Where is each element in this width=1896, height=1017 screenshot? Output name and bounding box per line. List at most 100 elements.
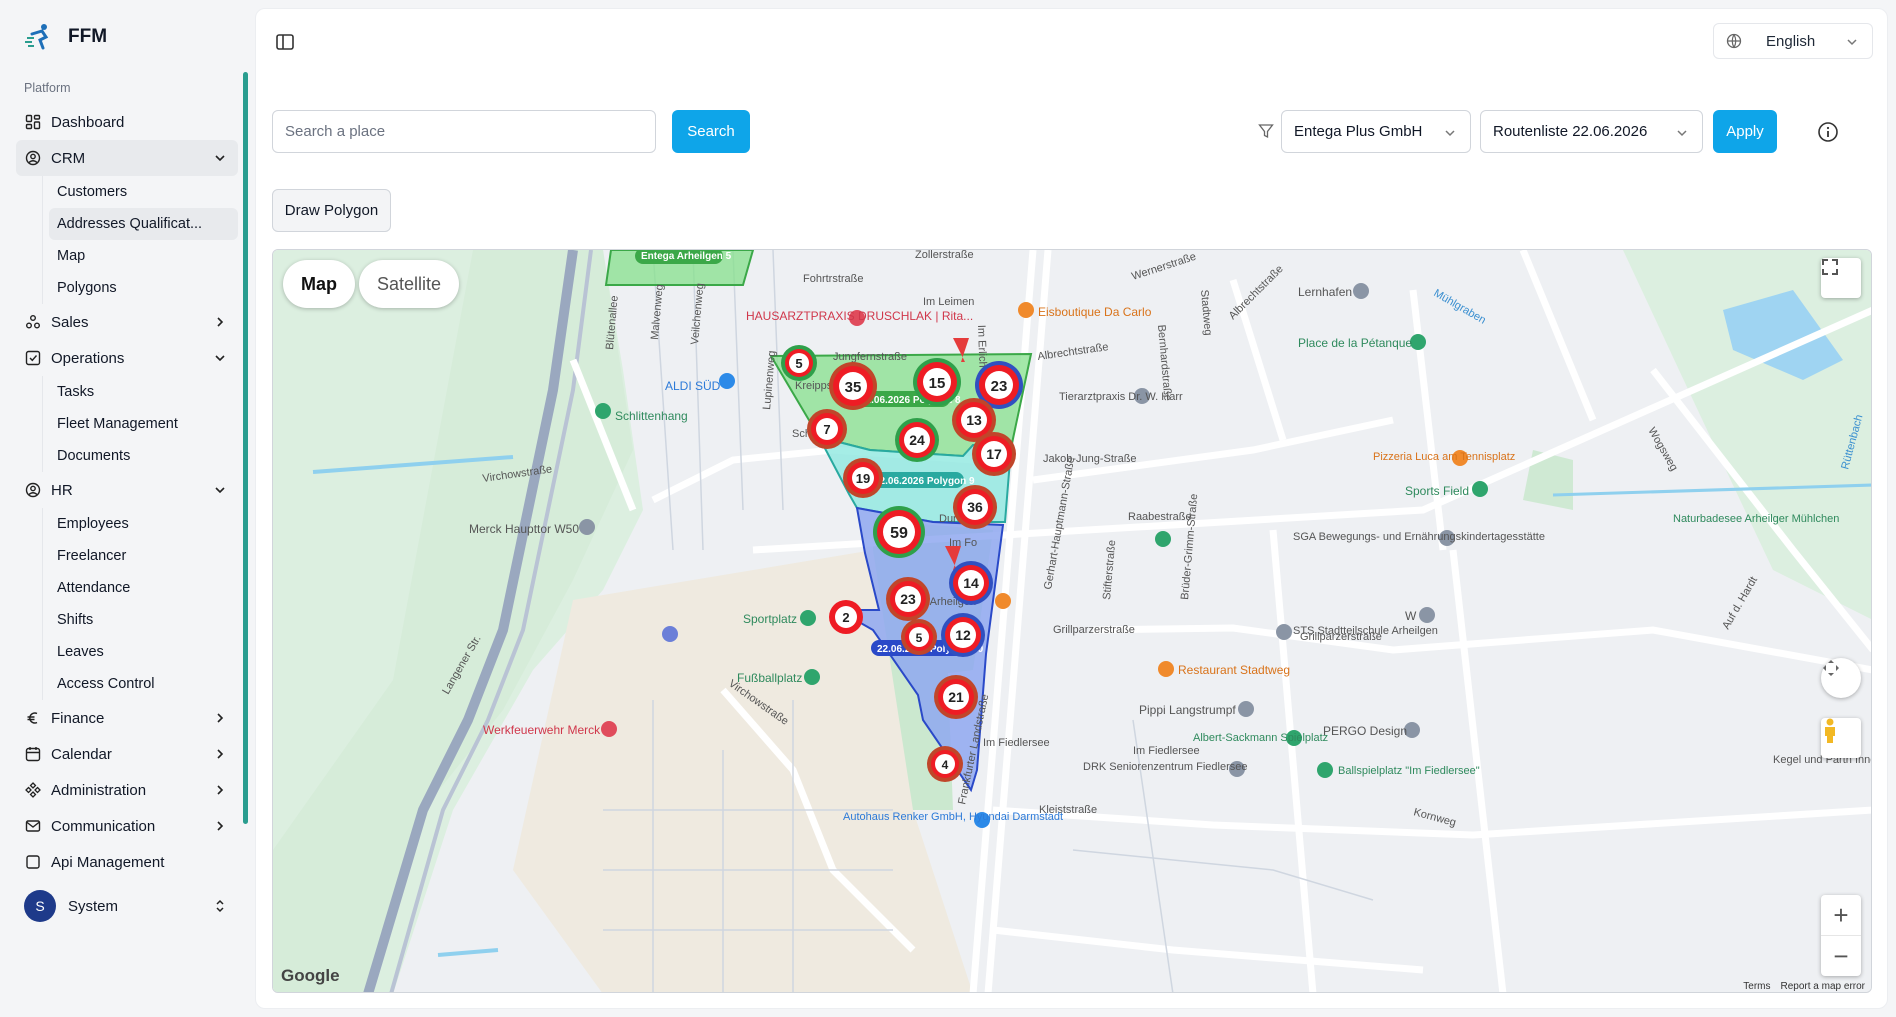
sidebar-subitem-shifts[interactable]: Shifts [49, 604, 238, 636]
place-label: Eisboutique Da Carlo [1038, 305, 1152, 319]
sidebar-subitem-documents[interactable]: Documents [49, 440, 238, 472]
terms-link[interactable]: Terms [1743, 981, 1770, 992]
sidebar-item-label: Calendar [51, 745, 112, 763]
sidebar-subitem-tasks[interactable]: Tasks [49, 376, 238, 408]
sidebar-subitem-leaves[interactable]: Leaves [49, 636, 238, 668]
place-label: SGA Bewegungs- und Ernährungskindertages… [1293, 531, 1545, 543]
map-canvas[interactable]: Zollerstraße Fohrtrstraße Blütenallee Ma… [272, 249, 1872, 993]
cluster-count: 21 [948, 689, 964, 705]
chevron-down-icon [1445, 130, 1455, 137]
api-icon [24, 853, 42, 871]
sidebar-nav: Dashboard CRM Customers Addresses Qualif… [16, 104, 238, 872]
cluster-marker: 19 [843, 458, 883, 498]
place-label: Albert-Sackmann Spielplatz [1193, 732, 1328, 744]
zoom-out-button[interactable]: − [1821, 936, 1861, 976]
street-label: Raabestraße [1128, 511, 1192, 523]
report-error-link[interactable]: Report a map error [1781, 981, 1865, 992]
sidebar-subitem-customers[interactable]: Customers [49, 176, 238, 208]
brand-name: FFM [68, 26, 108, 47]
cluster-marker: 59 [873, 506, 925, 558]
fullscreen-button[interactable] [1821, 258, 1861, 298]
cluster-count: 24 [909, 432, 925, 448]
sidebar-item-dashboard[interactable]: Dashboard [16, 104, 238, 140]
sidebar-item-hr[interactable]: HR [16, 472, 238, 508]
info-icon[interactable] [1817, 121, 1839, 143]
chevron-right-icon [217, 749, 224, 759]
cluster-marker: 36 [953, 485, 997, 529]
place-label: ALDI SÜD [665, 379, 721, 393]
sidebar-subitem-freelancer[interactable]: Freelancer [49, 540, 238, 572]
place-label: STS Stadtteilschule Arheilgen [1293, 625, 1438, 637]
street-label: Im Leimen [923, 296, 974, 308]
sidebar-item-api-management[interactable]: Api Management [16, 844, 238, 872]
map-type-map-button[interactable]: Map [283, 260, 355, 308]
place-label: Naturbadesee Arheilger Mühlchen [1673, 513, 1839, 525]
sidebar-subitem-fleet[interactable]: Fleet Management [49, 408, 238, 440]
sidebar-item-label: Communication [51, 817, 156, 835]
map-layer: Zollerstraße Fohrtrstraße Blütenallee Ma… [273, 250, 1871, 992]
cluster-count: 23 [900, 591, 916, 607]
runner-logo-icon [25, 24, 49, 50]
chevron-down-icon [215, 355, 225, 362]
sidebar-item-communication[interactable]: Communication [16, 808, 238, 844]
sidebar-subitem-addresses[interactable]: Addresses Qualificat... [49, 208, 238, 240]
place-label: Sportplatz [743, 612, 797, 626]
sidebar-subitem-polygons[interactable]: Polygons [49, 272, 238, 304]
calendar-icon [24, 745, 42, 763]
place-label: Kreipps [795, 380, 833, 392]
cluster-count: 59 [890, 525, 908, 542]
sidebar-subitem-attendance[interactable]: Attendance [49, 572, 238, 604]
main-panel: English Search Entega Plus GmbH Routenli… [255, 8, 1888, 1009]
place-label: Autohaus Renker GmbH, Hyundai Darmstadt [843, 811, 1063, 823]
place-label: HAUSARZTPRAXIS DRUSCHLAK | Rita... [746, 309, 973, 323]
sidebar-subitem-access-control[interactable]: Access Control [49, 668, 238, 700]
sidebar-scrollbar[interactable] [243, 72, 248, 824]
hr-submenu: Employees Freelancer Attendance Shifts L… [42, 508, 238, 700]
avatar: S [24, 890, 56, 922]
sidebar-item-label: CRM [51, 149, 86, 167]
place-label: Ballspielplatz "Im Fiedlersee" [1338, 765, 1480, 777]
map-type-satellite-button[interactable]: Satellite [359, 260, 460, 308]
sidebar-toggle-icon[interactable] [274, 31, 296, 53]
chevron-right-icon [217, 713, 224, 723]
search-input[interactable] [272, 110, 656, 153]
section-label: Platform [24, 81, 71, 95]
sidebar-item-crm[interactable]: CRM [16, 140, 238, 176]
company-select[interactable]: Entega Plus GmbH [1281, 110, 1471, 153]
route-select-value: Routenliste 22.06.2026 [1493, 123, 1648, 140]
zoom-in-button[interactable]: + [1821, 895, 1861, 935]
language-select[interactable]: English [1713, 23, 1873, 59]
chevron-down-icon [1677, 130, 1687, 137]
street-view-button[interactable] [1821, 718, 1861, 758]
camera-control-button[interactable] [1821, 658, 1861, 698]
globe-icon [1726, 33, 1742, 49]
euro-icon [24, 709, 42, 727]
user-menu[interactable]: S System [24, 888, 236, 924]
sidebar-item-administration[interactable]: Administration [16, 772, 238, 808]
sidebar-subitem-map[interactable]: Map [49, 240, 238, 272]
sidebar-item-calendar[interactable]: Calendar [16, 736, 238, 772]
cluster-marker: 5 [901, 619, 937, 655]
user-circle-icon [24, 149, 42, 167]
search-button[interactable]: Search [672, 110, 750, 153]
draw-polygon-button[interactable]: Draw Polygon [272, 189, 391, 232]
cluster-marker: 7 [807, 409, 847, 449]
street-label: Im Fiedlersee [983, 737, 1050, 749]
sidebar-subitem-employees[interactable]: Employees [49, 508, 238, 540]
cluster-marker: 12 [941, 613, 985, 657]
apply-button[interactable]: Apply [1713, 110, 1777, 153]
cluster-marker: 4 [927, 746, 963, 782]
sidebar-item-operations[interactable]: Operations [16, 340, 238, 376]
chevron-down-icon [215, 487, 225, 494]
sidebar-item-label: Operations [51, 349, 125, 367]
cluster-count: 35 [845, 379, 862, 396]
sidebar-item-sales[interactable]: Sales [16, 304, 238, 340]
network-icon [24, 313, 42, 331]
place-label: Sports Field [1405, 484, 1469, 498]
sidebar-item-finance[interactable]: Finance [16, 700, 238, 736]
brand[interactable]: FFM [24, 22, 107, 52]
route-select[interactable]: Routenliste 22.06.2026 [1480, 110, 1703, 153]
place-label: Werkfeuerwehr Merck [483, 723, 601, 737]
zoom-control: + − [1821, 895, 1861, 976]
camera-move-icon [1823, 660, 1839, 676]
